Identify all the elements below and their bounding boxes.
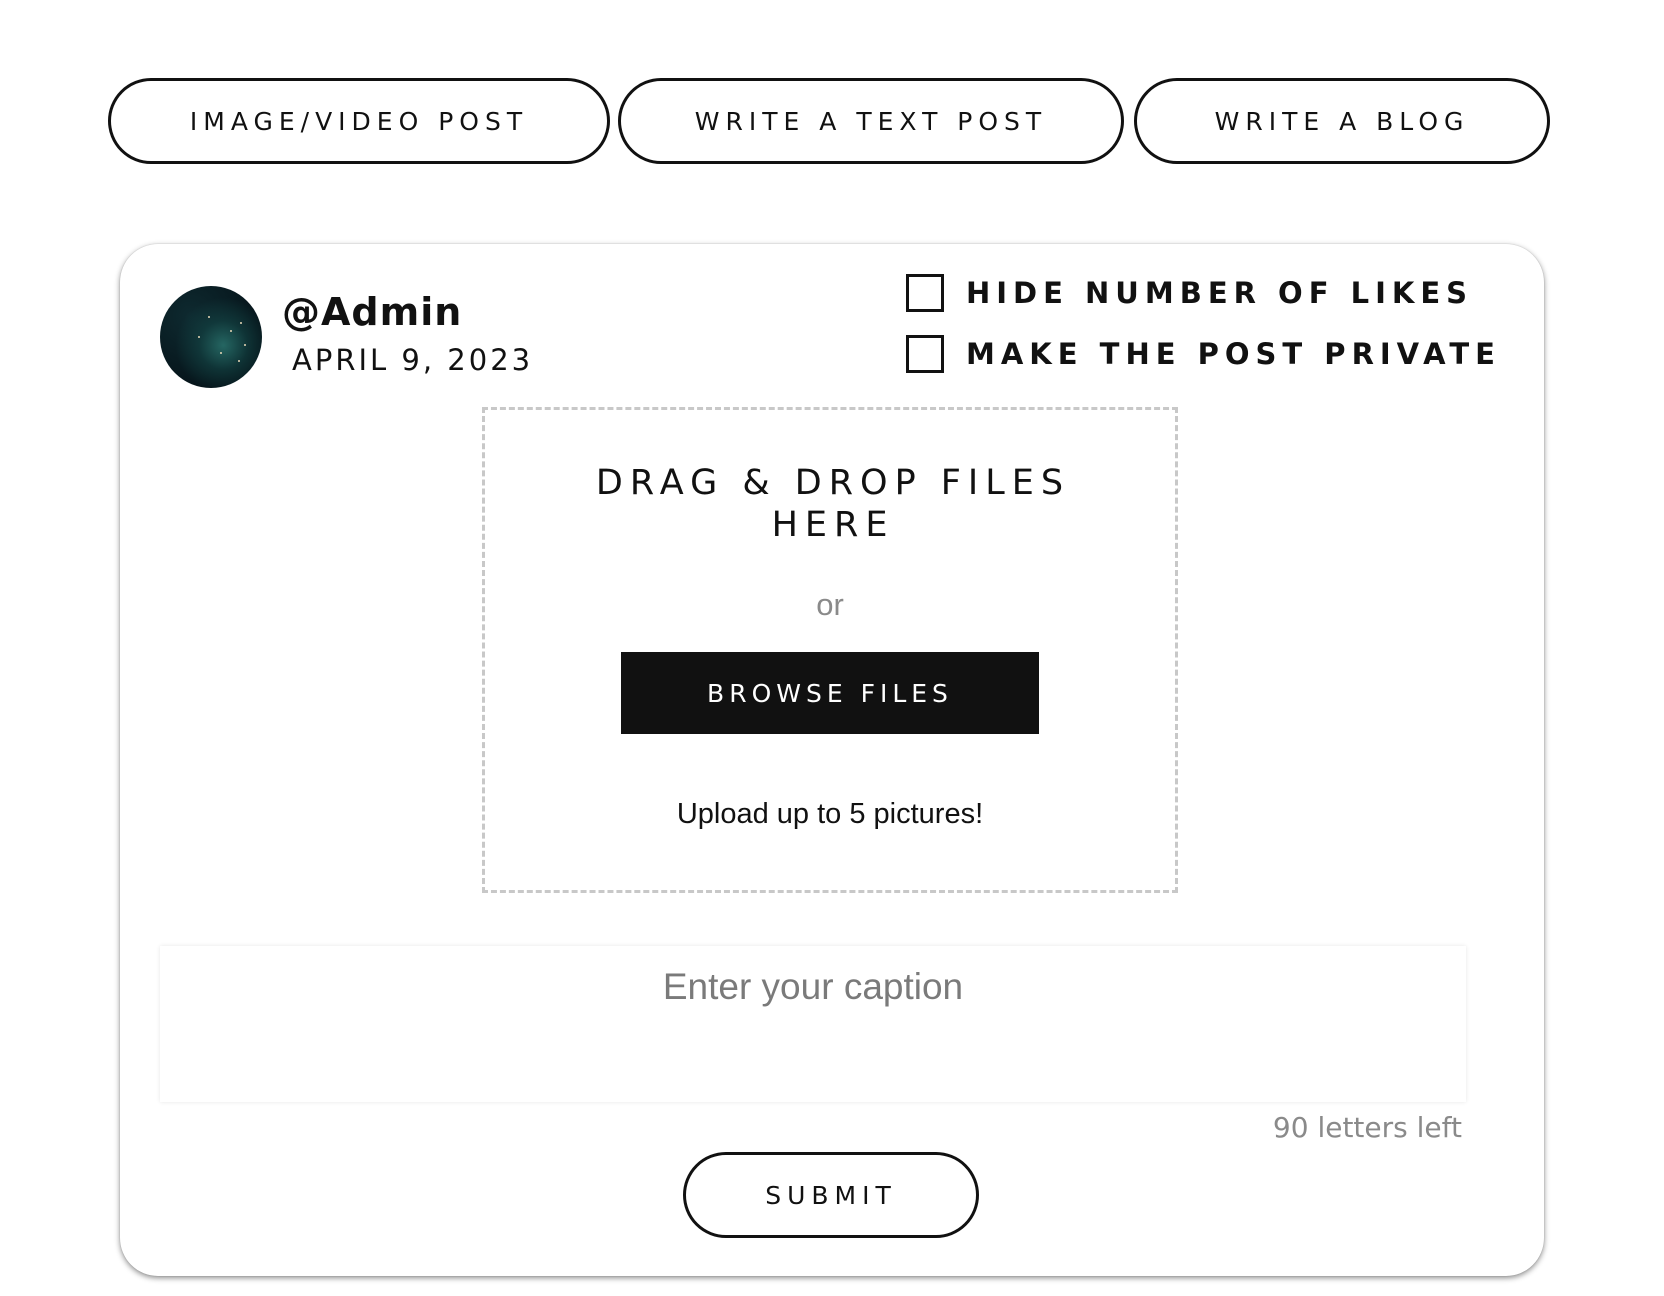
drop-zone-title: DRAG & DROP FILES HERE xyxy=(595,463,1071,545)
private-post-option[interactable]: MAKE THE POST PRIVATE xyxy=(906,335,1501,373)
drop-zone-or: or xyxy=(816,587,844,622)
private-post-label: MAKE THE POST PRIVATE xyxy=(966,337,1501,371)
upload-limit-note: Upload up to 5 pictures! xyxy=(676,798,984,830)
private-post-checkbox[interactable] xyxy=(906,335,944,373)
post-type-tabs: IMAGE/VIDEO POST WRITE A TEXT POST WRITE… xyxy=(108,78,1550,164)
tab-write-blog[interactable]: WRITE A BLOG xyxy=(1134,78,1550,164)
avatar xyxy=(160,286,262,388)
browse-files-button[interactable]: BROWSE FILES xyxy=(621,652,1039,734)
hide-likes-option[interactable]: HIDE NUMBER OF LIKES xyxy=(906,274,1473,312)
create-post-card: @Admin APRIL 9, 2023 HIDE NUMBER OF LIKE… xyxy=(120,244,1544,1276)
caption-letter-counter: 90 letters left xyxy=(1272,1111,1462,1144)
file-drop-zone[interactable]: DRAG & DROP FILES HERE or BROWSE FILES U… xyxy=(482,407,1178,893)
post-username: @Admin xyxy=(282,290,463,334)
caption-input[interactable] xyxy=(160,946,1466,1102)
hide-likes-label: HIDE NUMBER OF LIKES xyxy=(966,276,1474,310)
caption-box xyxy=(160,946,1466,1102)
tab-write-text-post[interactable]: WRITE A TEXT POST xyxy=(618,78,1124,164)
tab-image-video-post[interactable]: IMAGE/VIDEO POST xyxy=(108,78,610,164)
post-date: APRIL 9, 2023 xyxy=(292,343,534,377)
submit-button[interactable]: SUBMIT xyxy=(683,1152,979,1238)
hide-likes-checkbox[interactable] xyxy=(906,274,944,312)
